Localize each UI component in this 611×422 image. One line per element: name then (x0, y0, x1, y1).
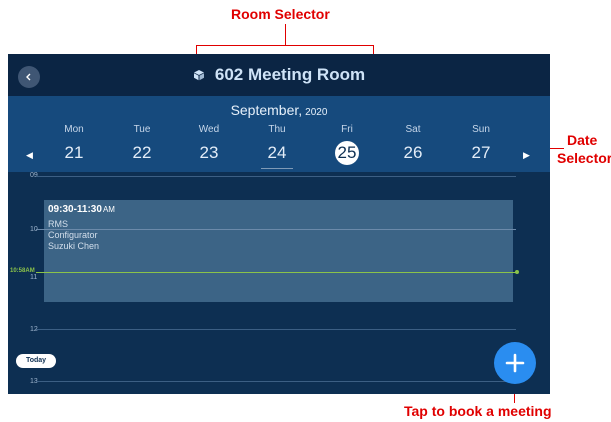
book-meeting-annotation: Tap to book a meeting (404, 403, 552, 419)
next-week-icon[interactable]: ▶ (523, 150, 530, 161)
prev-week-icon[interactable]: ◀ (26, 150, 33, 161)
day-thu[interactable]: Thu 24 (255, 124, 299, 169)
hour-line (36, 381, 516, 382)
plus-icon (505, 353, 525, 373)
day-tue[interactable]: Tue 22 (120, 124, 164, 165)
device-screen: 602 Meeting Room September, 2020 ◀ ▶ Mon … (8, 54, 550, 394)
today-underline (261, 168, 293, 169)
month-title: September, 2020 (230, 102, 328, 118)
current-time-line (36, 272, 516, 273)
room-name: 602 Meeting Room (214, 65, 366, 84)
room-annotation-line (285, 24, 286, 45)
hour-line (36, 229, 516, 230)
day-fri[interactable]: Fri 25 (325, 124, 369, 165)
date-selector: September, 2020 ◀ ▶ Mon 21 Tue 22 Wed 23 … (8, 96, 550, 172)
add-meeting-button[interactable] (494, 342, 536, 384)
meeting-time: 09:30-11:30AM (48, 204, 115, 215)
room-annotation-bracket (196, 45, 374, 46)
day-sun[interactable]: Sun 27 (459, 124, 503, 165)
timeline[interactable]: 09 09:30-11:30AM RMS Configurator Suzuki… (8, 172, 550, 394)
selected-date: 25 (335, 141, 359, 165)
day-sat[interactable]: Sat 26 (391, 124, 435, 165)
room-selector-annotation: Room Selector (231, 6, 330, 22)
day-wed[interactable]: Wed 23 (187, 124, 231, 165)
day-mon[interactable]: Mon 21 (52, 124, 96, 165)
room-selector[interactable]: 602 Meeting Room (8, 65, 550, 86)
top-bar: 602 Meeting Room (8, 54, 550, 96)
current-time-dot (515, 270, 519, 274)
current-time-label: 10:58AM (10, 268, 35, 274)
meeting-block[interactable]: 09:30-11:30AM RMS Configurator Suzuki Ch… (44, 200, 513, 302)
date-selector-annotation-2: Selector (557, 150, 611, 166)
today-button[interactable]: Today (16, 354, 56, 368)
hour-label: 11 (30, 274, 38, 281)
meeting-line: Configurator (48, 230, 98, 240)
hour-line (36, 329, 516, 330)
date-selector-annotation-1: Date (567, 132, 598, 148)
hour-line (36, 176, 516, 177)
meeting-line: Suzuki Chen (48, 241, 100, 251)
cube-icon (193, 66, 205, 86)
meeting-line: RMS (48, 219, 68, 229)
